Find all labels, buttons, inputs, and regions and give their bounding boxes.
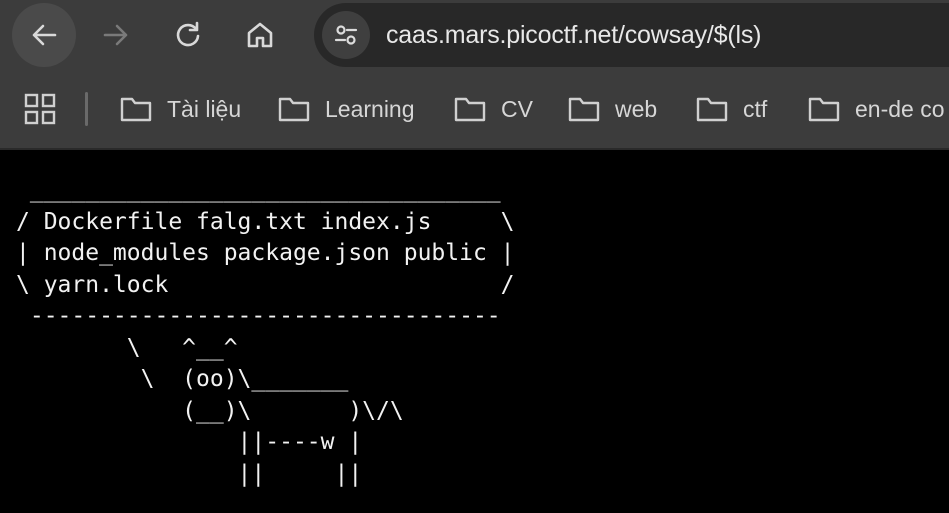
apps-grid-icon[interactable] [24, 93, 56, 125]
bookmark-folder-learning[interactable]: Learning [278, 70, 415, 148]
reload-icon [176, 21, 200, 47]
arrow-right-icon [103, 24, 128, 46]
bookmarks-divider [85, 92, 88, 126]
folder-icon [120, 97, 152, 122]
url-text[interactable]: caas.mars.picoctf.net/cowsay/$(ls) [386, 3, 761, 67]
bookmark-label: Tài liệu [167, 95, 242, 122]
tune-icon [334, 25, 358, 45]
bookmark-label: Learning [325, 95, 415, 122]
home-icon [247, 22, 273, 48]
address-bar[interactable]: caas.mars.picoctf.net/cowsay/$(ls) [314, 3, 949, 67]
bookmark-folder-en-de-co[interactable]: en-de co [808, 70, 945, 148]
cowsay-output: __________________________________ / Doc… [16, 177, 515, 487]
browser-toolbar: caas.mars.picoctf.net/cowsay/$(ls) [0, 0, 949, 70]
reload-button[interactable] [156, 3, 220, 67]
bookmark-folder-cv[interactable]: CV [454, 70, 533, 148]
bookmarks-bar: Tài liệu Learning CV web ctf en-de co [0, 70, 949, 150]
folder-icon [454, 97, 486, 122]
site-info-button[interactable] [322, 11, 370, 59]
bookmark-folder-tai-lieu[interactable]: Tài liệu [120, 70, 241, 148]
bookmark-folder-ctf[interactable]: ctf [696, 70, 767, 148]
home-button[interactable] [228, 3, 292, 67]
folder-icon [568, 97, 600, 122]
folder-icon [808, 97, 840, 122]
bookmark-label: web [615, 95, 658, 122]
back-button[interactable] [12, 3, 76, 67]
arrow-left-icon [32, 24, 57, 46]
bookmark-label: CV [501, 95, 533, 122]
folder-icon [278, 97, 310, 122]
forward-button[interactable] [84, 3, 148, 67]
folder-icon [696, 97, 728, 122]
page-content: __________________________________ / Doc… [0, 150, 949, 513]
bookmark-label: en-de co [855, 95, 945, 122]
bookmark-folder-web[interactable]: web [568, 70, 657, 148]
bookmark-label: ctf [743, 95, 768, 122]
